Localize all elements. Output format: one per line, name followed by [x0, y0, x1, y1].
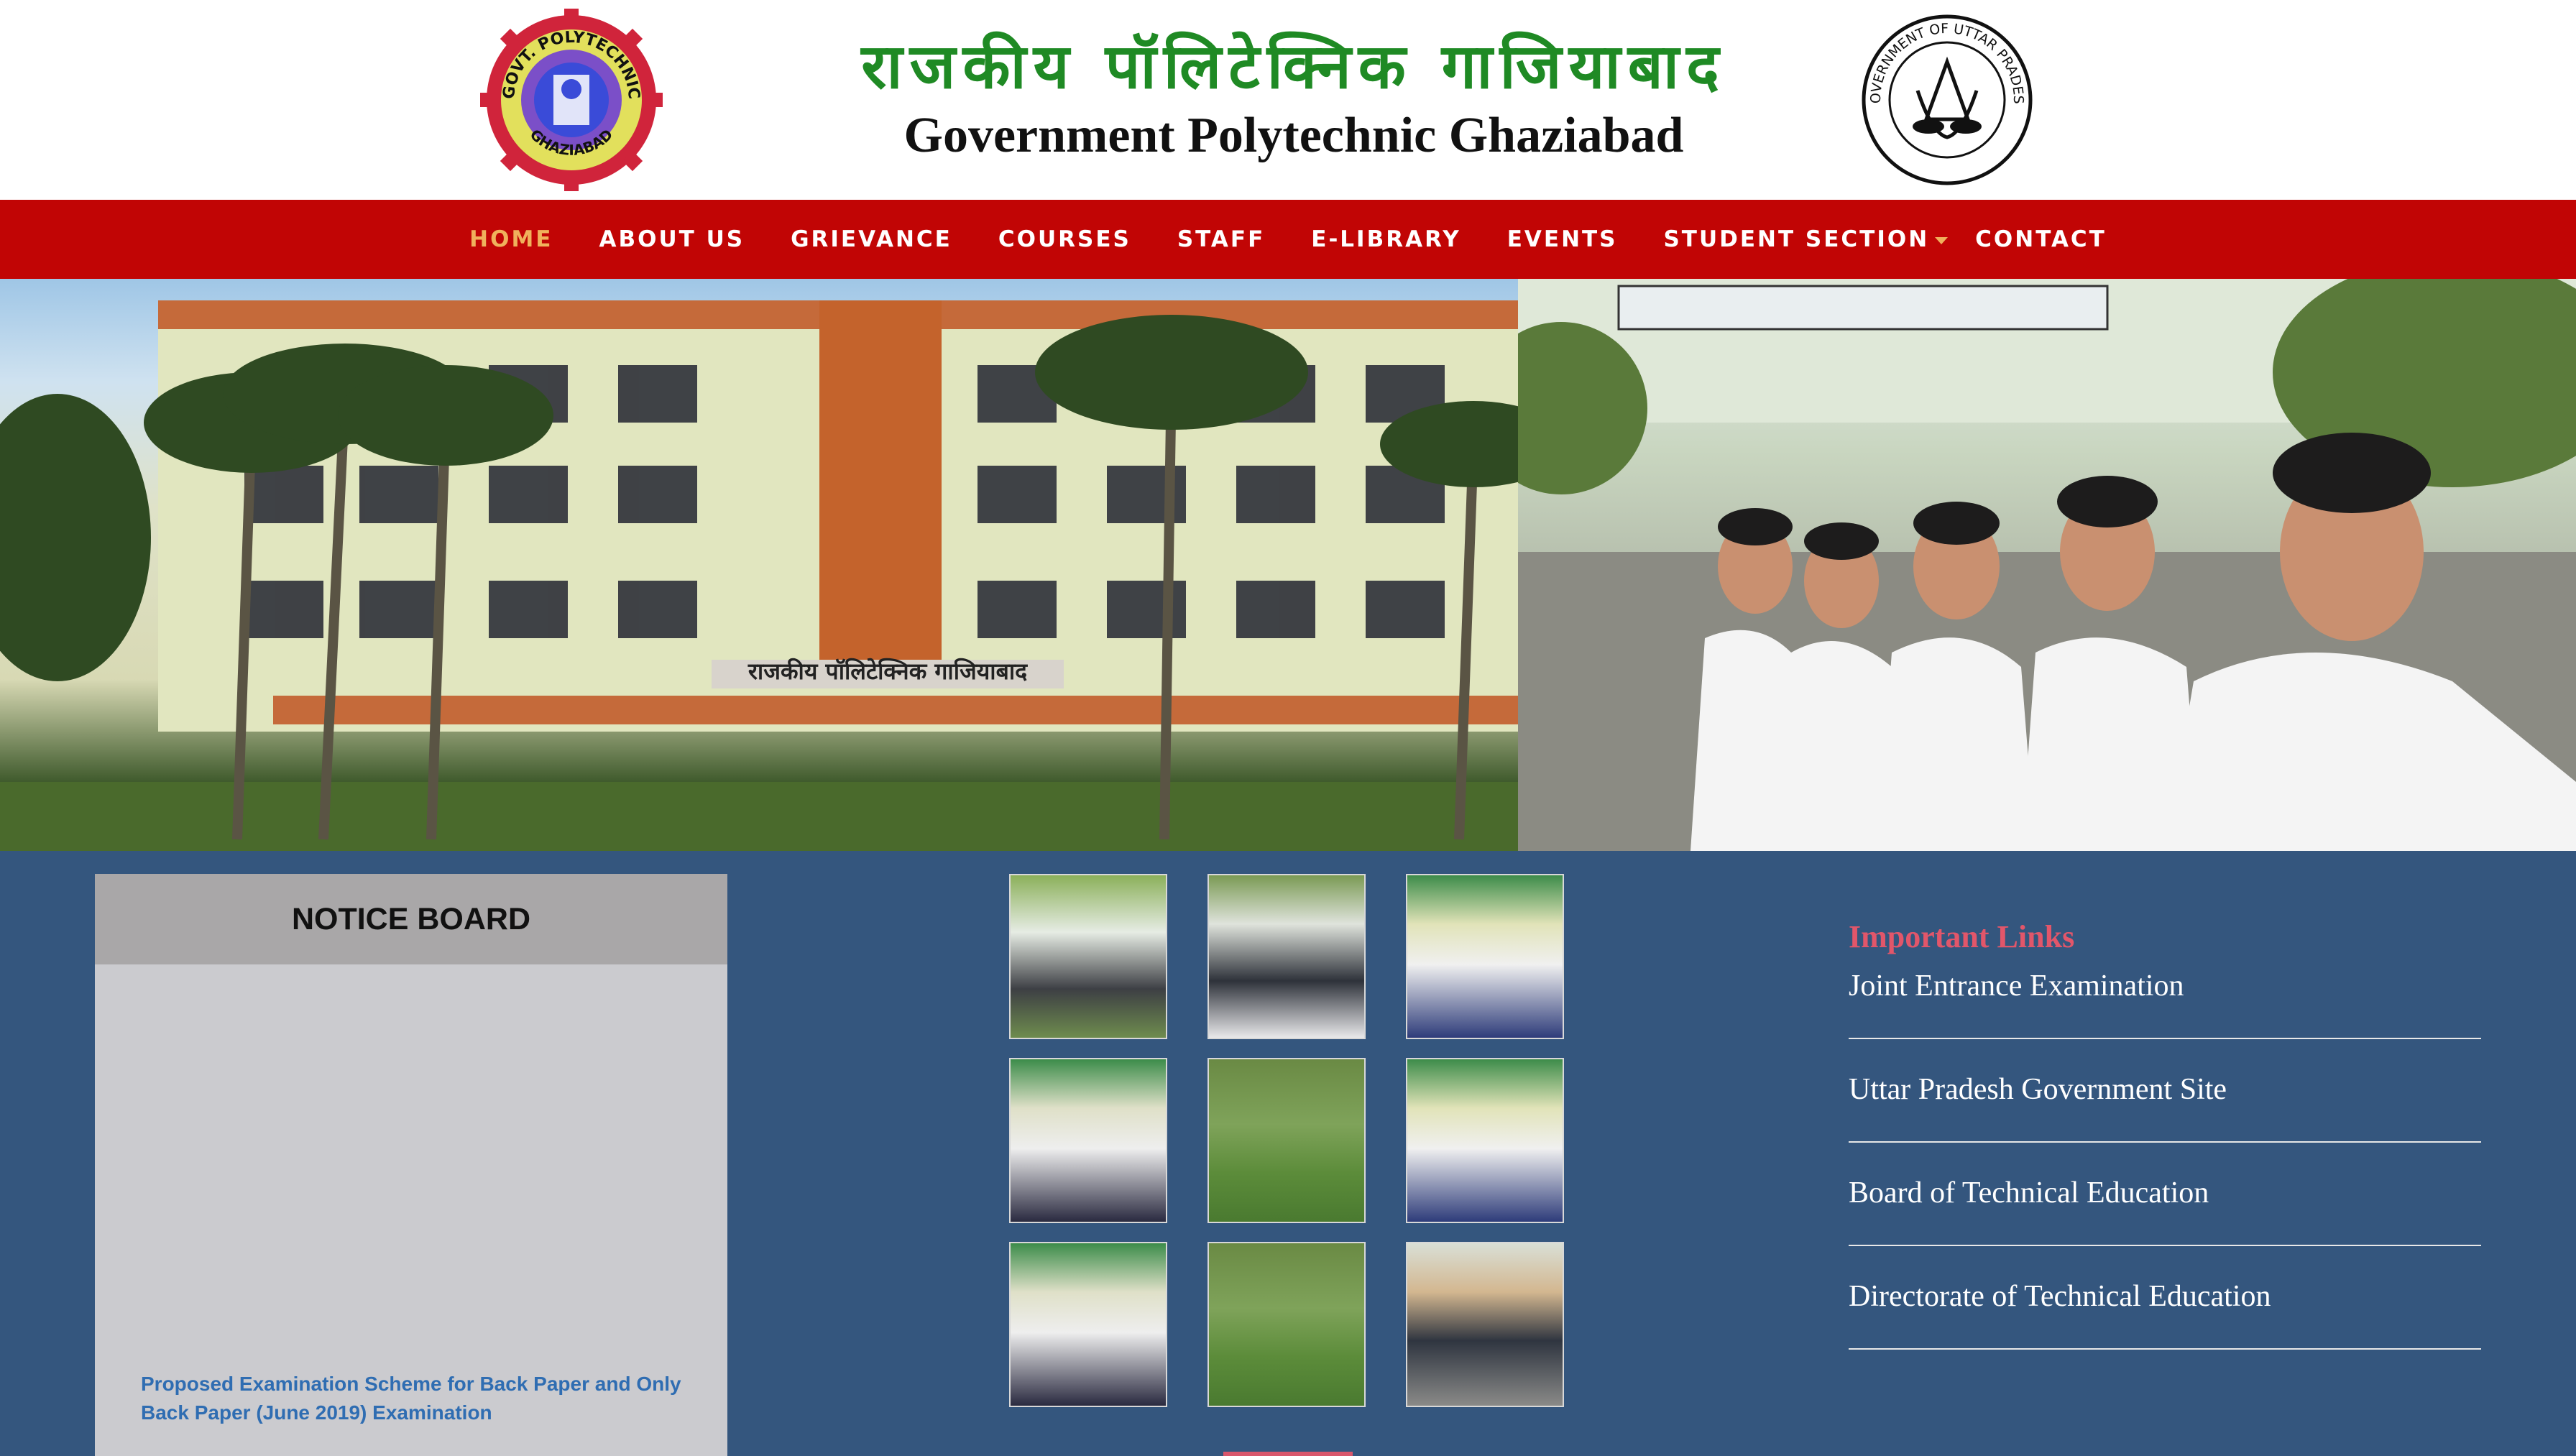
notice-board-title: NOTICE BOARD — [291, 901, 531, 936]
up-government-emblem[interactable]: GOVERNMENT OF UTTAR PRADESH — [1855, 0, 2034, 188]
link-label: Directorate of Technical Education — [1849, 1280, 2271, 1313]
gallery-thumbnail[interactable] — [1208, 1242, 1366, 1407]
site-header: GOVT. POLYTECHNIC GHAZIABAD राजकीय पॉलिट… — [0, 0, 2576, 200]
gallery-thumbnail[interactable] — [1009, 1058, 1167, 1223]
students-group-photo — [1475, 279, 2576, 851]
photo-gallery — [1009, 874, 1567, 1409]
gallery-thumbnail[interactable] — [1406, 1058, 1564, 1223]
main-navigation: HOME ABOUT US GRIEVANCE COURSES STAFF E-… — [0, 200, 2576, 279]
nav-student-section-label: STUDENT SECTION — [1663, 226, 1930, 252]
link-label: Uttar Pradesh Government Site — [1849, 1073, 2227, 1106]
gallery-thumbnail[interactable] — [1009, 1242, 1167, 1407]
campus-building-photo: राजकीय पॉलिटेक्निक गाजियाबाद — [0, 279, 1567, 851]
building-sign: राजकीय पॉलिटेक्निक गाजियाबाद — [748, 658, 1028, 685]
nav-home[interactable]: HOME — [446, 200, 576, 279]
link-label: Joint Entrance Examination — [1849, 969, 2184, 1003]
nav-e-library[interactable]: E-LIBRARY — [1288, 200, 1484, 279]
chevron-down-icon — [1935, 236, 1949, 244]
nav-events[interactable]: EVENTS — [1484, 200, 1641, 279]
nav-grievance[interactable]: GRIEVANCE — [768, 200, 975, 279]
important-links: Important Links Joint Entrance Examinati… — [1849, 918, 2481, 1364]
link-bte[interactable]: Board of Technical Education — [1849, 1143, 2481, 1246]
nav-student-section[interactable]: STUDENT SECTION — [1640, 200, 1952, 279]
polytechnic-logo[interactable]: GOVT. POLYTECHNIC GHAZIABAD — [477, 9, 666, 191]
nav-about-us[interactable]: ABOUT US — [576, 200, 768, 279]
link-dte[interactable]: Directorate of Technical Education — [1849, 1246, 2481, 1350]
nav-courses[interactable]: COURSES — [975, 200, 1154, 279]
gallery-thumbnail[interactable] — [1208, 1058, 1366, 1223]
link-jee[interactable]: Joint Entrance Examination — [1849, 918, 2481, 1039]
hindi-title: राजकीय पॉलिटेक्निक गाजियाबाद — [861, 30, 1726, 103]
gallery-thumbnail[interactable] — [1009, 874, 1167, 1039]
link-label: Board of Technical Education — [1849, 1176, 2209, 1210]
notice-link[interactable]: Proposed Examination Scheme for Back Pap… — [141, 1370, 687, 1427]
bottom-tab-indicator[interactable] — [1223, 1452, 1353, 1456]
english-title: Government Polytechnic Ghaziabad — [903, 108, 1684, 163]
link-up-government[interactable]: Uttar Pradesh Government Site — [1849, 1039, 2481, 1143]
gallery-thumbnail[interactable] — [1406, 874, 1564, 1039]
notice-board: NOTICE BOARD Proposed Examination Scheme… — [95, 874, 727, 1456]
gallery-thumbnail[interactable] — [1406, 1242, 1564, 1407]
nav-contact[interactable]: CONTACT — [1952, 200, 2130, 279]
nav-staff[interactable]: STAFF — [1154, 200, 1288, 279]
gallery-thumbnail[interactable] — [1208, 874, 1366, 1039]
notice-board-header: NOTICE BOARD — [95, 874, 727, 964]
hero-banner: राजकीय पॉलिटेक्निक गाजियाबाद — [0, 279, 2576, 851]
